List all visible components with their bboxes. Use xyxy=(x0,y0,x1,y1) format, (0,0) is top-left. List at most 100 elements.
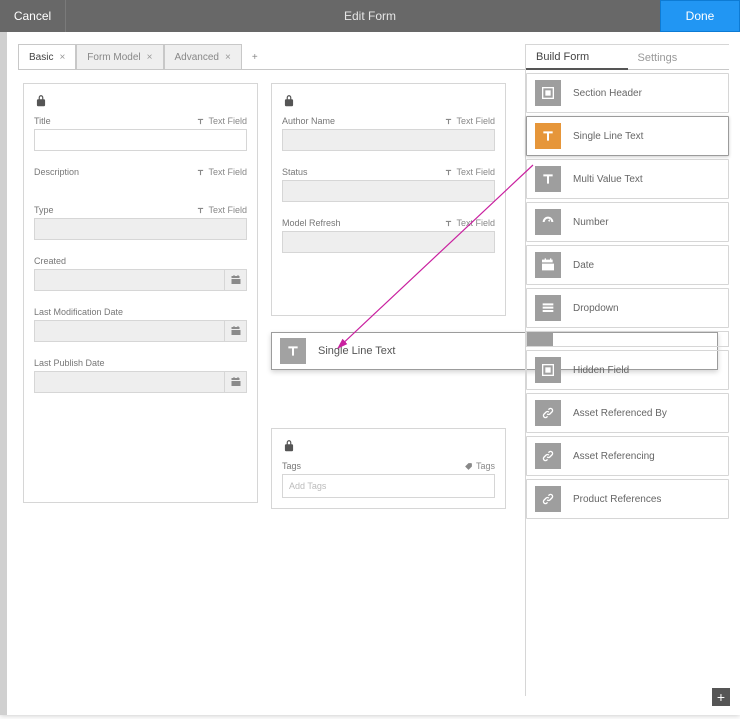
tab-strip: Basic × Form Model × Advanced × + xyxy=(18,44,268,70)
form-section-3[interactable]: Tags Tags Add Tags xyxy=(271,428,506,509)
field-label: Model Refresh xyxy=(282,218,341,228)
text-input[interactable] xyxy=(34,218,247,240)
lock-icon xyxy=(34,94,48,108)
link-icon xyxy=(535,400,561,426)
component-label: Asset Referenced By xyxy=(573,408,667,419)
component-label: Single Line Text xyxy=(573,131,643,142)
section-icon xyxy=(535,357,561,383)
component-label: Dropdown xyxy=(573,303,619,314)
component-label: Product References xyxy=(573,494,661,505)
lock-icon xyxy=(282,94,296,108)
calendar-icon xyxy=(535,252,561,278)
field-type-label: Text Field xyxy=(196,116,247,126)
form-canvas: TitleText FieldDescriptionText FieldType… xyxy=(18,78,516,681)
tab-label: Advanced xyxy=(175,52,219,63)
field-label: Last Publish Date xyxy=(34,358,105,368)
calendar-icon[interactable] xyxy=(225,320,247,342)
close-icon[interactable]: × xyxy=(147,52,153,63)
calendar-icon[interactable] xyxy=(225,269,247,291)
component-asset-referenced-by[interactable]: Asset Referenced By xyxy=(526,393,729,433)
tag-icon xyxy=(464,462,473,471)
field-type-label: Text Field xyxy=(444,167,495,177)
form-section-1[interactable]: TitleText FieldDescriptionText FieldType… xyxy=(23,83,258,503)
component-date[interactable]: Date xyxy=(526,245,729,285)
component-section-header[interactable]: Section Header xyxy=(526,73,729,113)
field-label: Tags xyxy=(282,461,301,471)
tab-form-model[interactable]: Form Model × xyxy=(76,44,163,70)
field-type-label: Text Field xyxy=(444,218,495,228)
dragged-component-label: Single Line Text xyxy=(318,345,395,357)
field-label: Author Name xyxy=(282,116,335,126)
field-type-label: Text Field xyxy=(444,116,495,126)
component-hidden-field[interactable]: Hidden Field xyxy=(526,350,729,390)
text-type-icon xyxy=(196,206,205,215)
field-created[interactable]: Created xyxy=(34,256,247,291)
right-tab-build-form[interactable]: Build Form xyxy=(526,45,628,70)
link-icon xyxy=(535,486,561,512)
field-author-name[interactable]: Author Name Text Field xyxy=(282,116,495,151)
component-partial[interactable] xyxy=(526,331,729,347)
component-label: Number xyxy=(573,217,609,228)
right-panel: Build Form Settings Section Header Single… xyxy=(525,44,729,696)
date-input[interactable] xyxy=(34,371,225,393)
gauge-icon xyxy=(535,209,561,235)
text-type-icon xyxy=(444,168,453,177)
field-title[interactable]: Title Text Field xyxy=(34,116,247,151)
field-label: Type xyxy=(34,205,54,215)
add-button[interactable]: + xyxy=(712,688,730,706)
close-icon[interactable]: × xyxy=(225,52,231,63)
field-label: Last Modification Date xyxy=(34,307,123,317)
tab-label: Form Model xyxy=(87,52,140,63)
component-number[interactable]: Number xyxy=(526,202,729,242)
component-dropdown[interactable]: Dropdown xyxy=(526,288,729,328)
component-product-references[interactable]: Product References xyxy=(526,479,729,519)
text-type-icon xyxy=(196,117,205,126)
component-label: Asset Referencing xyxy=(573,451,655,462)
text-input[interactable] xyxy=(282,129,495,151)
tab-advanced[interactable]: Advanced × xyxy=(164,44,242,70)
tab-basic[interactable]: Basic × xyxy=(18,44,76,70)
title-bar: Cancel Edit Form Done xyxy=(0,0,740,32)
section-icon xyxy=(535,80,561,106)
tab-label: Basic xyxy=(29,52,53,63)
text-icon xyxy=(280,338,306,364)
form-section-2[interactable]: Author NameText FieldStatusText FieldMod… xyxy=(271,83,506,316)
text-input[interactable] xyxy=(34,129,247,151)
lock-icon xyxy=(282,439,296,453)
text-input[interactable] xyxy=(282,180,495,202)
add-tab-button[interactable]: + xyxy=(242,44,268,70)
link-icon xyxy=(535,443,561,469)
field-status[interactable]: Status Text Field xyxy=(282,167,495,202)
field-last-modification-date[interactable]: Last Modification Date xyxy=(34,307,247,342)
right-tab-settings[interactable]: Settings xyxy=(628,45,730,70)
T-icon xyxy=(535,166,561,192)
component-asset-referencing[interactable]: Asset Referencing xyxy=(526,436,729,476)
field-type-label: Text Field xyxy=(196,205,247,215)
done-button[interactable]: Done xyxy=(660,0,740,32)
field-last-publish-date[interactable]: Last Publish Date xyxy=(34,358,247,393)
tags-input[interactable]: Add Tags xyxy=(282,474,495,498)
list-icon xyxy=(535,295,561,321)
field-type-label: Text Field xyxy=(196,167,247,177)
field-type[interactable]: Type Text Field xyxy=(34,205,247,240)
field-label: Status xyxy=(282,167,308,177)
field-description[interactable]: Description Text Field xyxy=(34,167,247,177)
field-model-refresh[interactable]: Model Refresh Text Field xyxy=(282,218,495,253)
close-icon[interactable]: × xyxy=(59,52,65,63)
field-label: Title xyxy=(34,116,51,126)
date-input[interactable] xyxy=(34,269,225,291)
calendar-icon[interactable] xyxy=(225,371,247,393)
cancel-button[interactable]: Cancel xyxy=(0,0,66,32)
component-label: Date xyxy=(573,260,594,271)
text-type-icon xyxy=(444,117,453,126)
dialog-title: Edit Form xyxy=(0,0,740,32)
field-label: Created xyxy=(34,256,66,266)
component-multi-value-text[interactable]: Multi Value Text xyxy=(526,159,729,199)
component-single-line-text[interactable]: Single Line Text xyxy=(526,116,729,156)
left-rail xyxy=(0,32,7,715)
text-input[interactable] xyxy=(282,231,495,253)
component-label: Hidden Field xyxy=(573,365,629,376)
date-input[interactable] xyxy=(34,320,225,342)
component-label: Section Header xyxy=(573,88,642,99)
field-label: Description xyxy=(34,167,79,177)
